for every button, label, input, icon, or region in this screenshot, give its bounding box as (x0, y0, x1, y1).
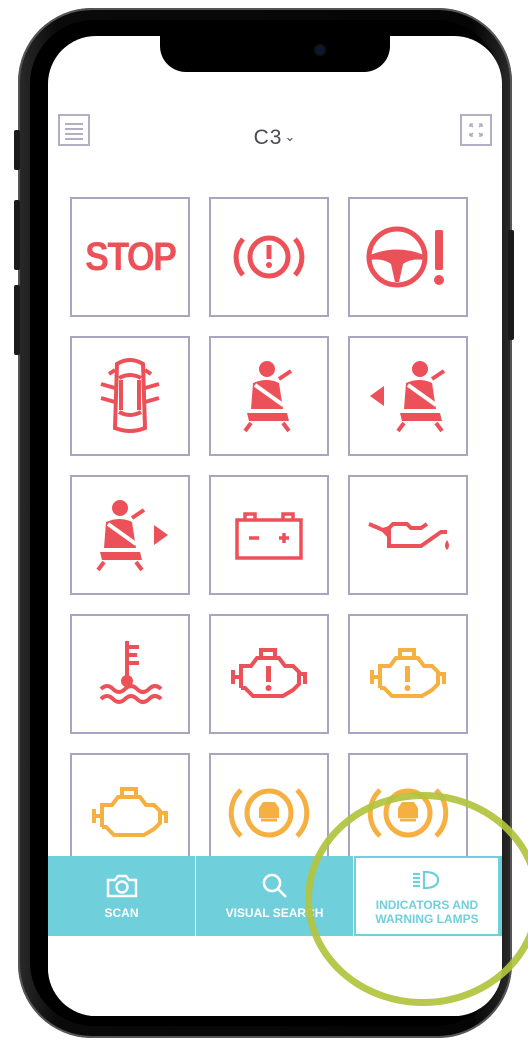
power-button (508, 230, 514, 340)
tab-indicators-label: INDICATORS AND WARNING LAMPS (375, 898, 479, 926)
silent-switch (14, 130, 20, 170)
search-icon (262, 873, 287, 898)
tile-engine-amber[interactable] (348, 614, 468, 734)
camera-icon (106, 874, 137, 898)
tile-door[interactable] (70, 336, 190, 456)
tile-seatbelt-left[interactable] (348, 336, 468, 456)
tile-engine-red[interactable] (209, 614, 329, 734)
tile-steering[interactable] (348, 197, 468, 317)
volume-up-button (14, 200, 20, 270)
power-steering-warning-icon (366, 226, 444, 288)
seatbelt-icon (243, 361, 293, 433)
model-name: C3 (253, 126, 283, 149)
tile-seatbelt[interactable] (209, 336, 329, 456)
tile-oil[interactable] (348, 475, 468, 595)
notch (160, 36, 390, 72)
headlight-icon (413, 870, 440, 890)
check-engine-icon (92, 787, 168, 837)
door-open-icon (100, 358, 160, 433)
engine-fault-amber-icon (370, 648, 446, 698)
tile-seatbelt-right[interactable] (70, 475, 190, 595)
coolant-temperature-icon (99, 641, 163, 704)
tile-check-engine[interactable] (70, 753, 190, 873)
tile-brake-pad-1[interactable] (209, 753, 329, 873)
tab-scan-label: SCAN (104, 906, 139, 920)
tile-coolant[interactable] (70, 614, 190, 734)
tab-scan[interactable]: SCAN (48, 856, 196, 936)
seatbelt-left-passenger-icon (370, 361, 446, 433)
expand-button[interactable] (460, 114, 492, 146)
oil-pressure-icon (368, 522, 449, 550)
home-indicator-area (48, 936, 502, 1016)
front-camera (314, 44, 326, 56)
seatbelt-right-passenger-icon (96, 500, 168, 572)
tab-indicators[interactable]: INDICATORS AND WARNING LAMPS (354, 856, 500, 936)
tile-stop[interactable]: STOP (70, 197, 190, 317)
tab-visual-search[interactable]: VISUAL SEARCH (196, 856, 354, 936)
app-screen: C3 ⌄ STOP SCAN VISUAL SEARCH INDICATORS … (48, 36, 502, 1016)
engine-fault-red-icon (231, 648, 307, 698)
chevron-down-icon: ⌄ (284, 129, 297, 144)
volume-down-button (14, 285, 20, 355)
expand-arrows-icon (469, 123, 483, 137)
tile-battery[interactable] (209, 475, 329, 595)
brake-pad-wear-icon (367, 788, 449, 838)
brake-warning-icon (233, 235, 305, 279)
tile-brake-pad-2[interactable] (348, 753, 468, 873)
bottom-tab-bar: SCAN VISUAL SEARCH INDICATORS AND WARNIN… (48, 856, 502, 936)
stop-warning-label: STOP (84, 234, 177, 279)
battery-charge-icon (235, 512, 303, 560)
tab-visual-search-label: VISUAL SEARCH (225, 906, 324, 920)
brake-pad-wear-icon (228, 788, 310, 838)
tile-brake[interactable] (209, 197, 329, 317)
model-selector[interactable]: C3 ⌄ (48, 126, 502, 150)
warning-lights-grid: STOP (70, 197, 470, 873)
